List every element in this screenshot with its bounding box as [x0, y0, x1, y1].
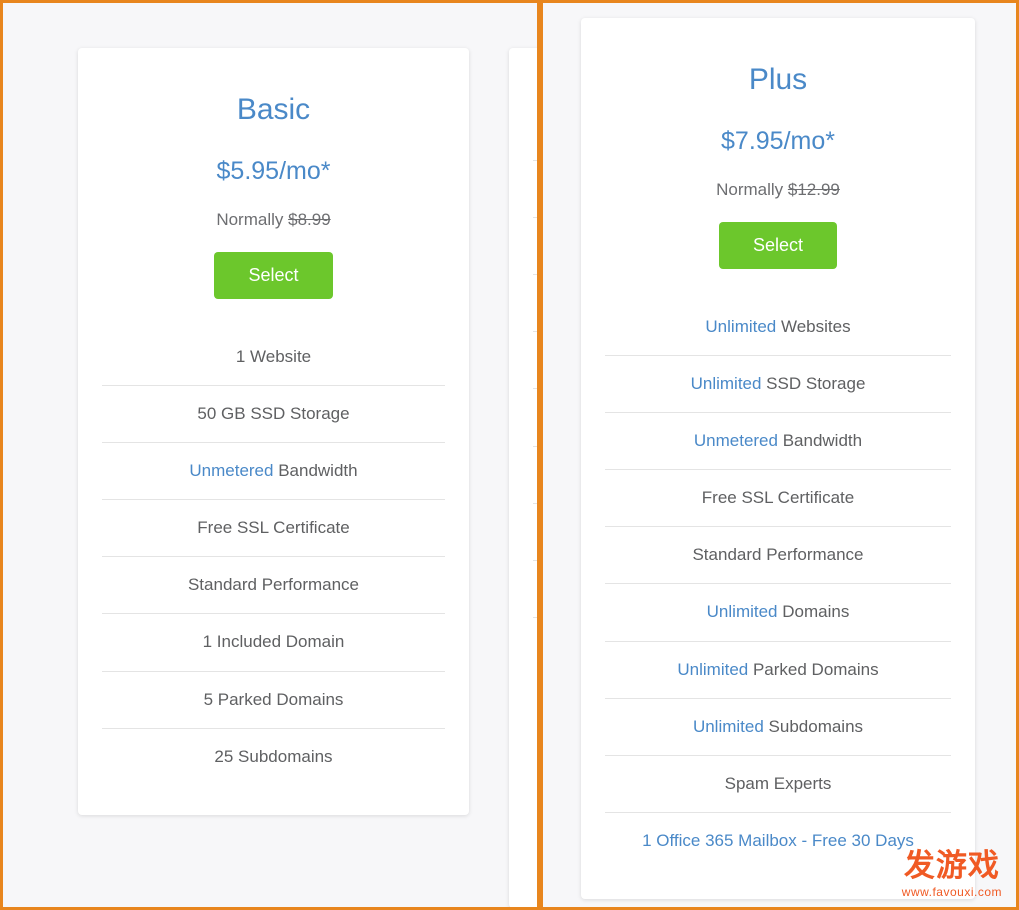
feature-item: Unlimited Subdomains — [605, 699, 951, 756]
feature-item: Unlimited Parked Domains — [605, 642, 951, 699]
feature-text: SSD Storage — [761, 374, 866, 394]
plan-name-plus: Plus — [748, 63, 808, 96]
feature-item: Unlimited SSD Storage — [605, 356, 951, 414]
feature-text: 1 Website — [235, 347, 312, 366]
feature-item: 5 Parked Domains — [102, 672, 445, 729]
feature-item: Free SSL Certificate — [605, 470, 951, 528]
normally-label: Normally — [716, 180, 784, 199]
feature-item: Unlimited Domains — [605, 584, 951, 642]
feature-text: 50 GB SSD Storage — [197, 404, 350, 424]
feature-item — [533, 504, 537, 561]
feature-highlight: Unlimited — [706, 602, 778, 622]
plan-normally-basic: Normally $8.99 — [102, 210, 445, 230]
right-zoom-panel: Plus $7.95/mo* Normally $12.99 Select Un… — [540, 0, 1019, 910]
feature-text: Parked Domains — [748, 659, 879, 679]
feature-item — [533, 161, 537, 219]
feature-item[interactable]: 1 Office 365 Mailbox - Free 30 Days — [605, 813, 951, 869]
feature-text: Spam Experts — [724, 773, 832, 793]
feature-highlight: Unlimited — [690, 374, 762, 394]
feature-item: Spam Experts — [605, 756, 951, 813]
feature-item — [533, 618, 537, 674]
feature-item: Unmetered Bandwidth — [102, 443, 445, 501]
normally-label: Normally — [216, 210, 284, 229]
feature-text: 1 Included Domain — [202, 632, 345, 652]
feature-list-basic: 1 Website 50 GB SSD Storage Unmetered Ba… — [102, 329, 445, 785]
feature-text: Free SSL Certificate — [701, 488, 855, 508]
feature-item — [533, 218, 537, 276]
normally-price: $8.99 — [288, 210, 331, 229]
plan-price-basic: $5.95/mo* — [216, 157, 331, 185]
feature-text: Standard Performance — [187, 575, 360, 595]
screenshot-root: Basic $5.95/mo* Normally $8.99 Select 1 … — [0, 0, 1019, 910]
pricing-card-basic[interactable]: Basic $5.95/mo* Normally $8.99 Select 1 … — [78, 48, 469, 815]
feature-item: 1 Website — [102, 329, 445, 387]
plan-price-plus: $7.95/mo* — [721, 127, 835, 155]
feature-item: Unmetered Bandwidth — [605, 413, 951, 471]
feature-item: 25 Subdomains — [102, 729, 445, 785]
select-button-plus[interactable]: Select — [718, 222, 838, 269]
feature-text: Subdomains — [763, 716, 864, 736]
pricing-card-plus[interactable]: Plus $7.95/mo* Normally $12.99 Select Un… — [581, 18, 975, 899]
feature-list-clipped — [533, 104, 537, 674]
feature-highlight: Unlimited — [705, 317, 777, 336]
select-button-basic[interactable]: Select — [214, 252, 333, 299]
feature-item — [533, 447, 537, 504]
feature-list-plus: Unlimited Websites Unlimited SSD Storage… — [605, 299, 951, 869]
feature-item: 50 GB SSD Storage — [102, 386, 445, 444]
feature-text: Bandwidth — [777, 431, 863, 451]
feature-item: Standard Performance — [102, 557, 445, 615]
watermark-sub: www.favouxi.com — [901, 885, 1002, 899]
feature-text: Free SSL Certificate — [197, 518, 350, 538]
feature-item: Free SSL Certificate — [102, 500, 445, 558]
feature-item: Standard Performance — [605, 527, 951, 585]
feature-text: Bandwidth — [273, 461, 358, 481]
plan-name-basic: Basic — [236, 93, 311, 126]
feature-highlight: Unmetered — [189, 461, 274, 481]
feature-item — [533, 104, 537, 162]
watermark: 发游戏 www.favouxi.com — [901, 848, 1002, 900]
left-viewport-panel: Basic $5.95/mo* Normally $8.99 Select 1 … — [0, 0, 540, 910]
feature-highlight: Unlimited — [692, 716, 764, 736]
pricing-card-partial-clipped[interactable] — [509, 48, 537, 907]
feature-text: Domains — [777, 602, 850, 622]
feature-item: 1 Included Domain — [102, 614, 445, 672]
normally-price: $12.99 — [787, 180, 840, 199]
feature-item — [533, 332, 537, 390]
feature-highlight: Unlimited — [677, 659, 749, 679]
feature-item — [533, 389, 537, 447]
plan-normally-plus: Normally $12.99 — [605, 180, 951, 200]
feature-text: 25 Subdomains — [214, 746, 333, 766]
feature-item — [533, 561, 537, 618]
feature-text: Websites — [776, 317, 851, 336]
feature-highlight: Unmetered — [693, 431, 778, 451]
feature-item — [533, 275, 537, 333]
feature-text: 5 Parked Domains — [203, 689, 344, 709]
office365-link[interactable]: 1 Office 365 Mailbox - Free 30 Days — [642, 831, 914, 850]
watermark-main: 发游戏 — [903, 848, 1000, 884]
feature-item: Unlimited Websites — [605, 299, 951, 357]
feature-text: Standard Performance — [692, 545, 864, 565]
